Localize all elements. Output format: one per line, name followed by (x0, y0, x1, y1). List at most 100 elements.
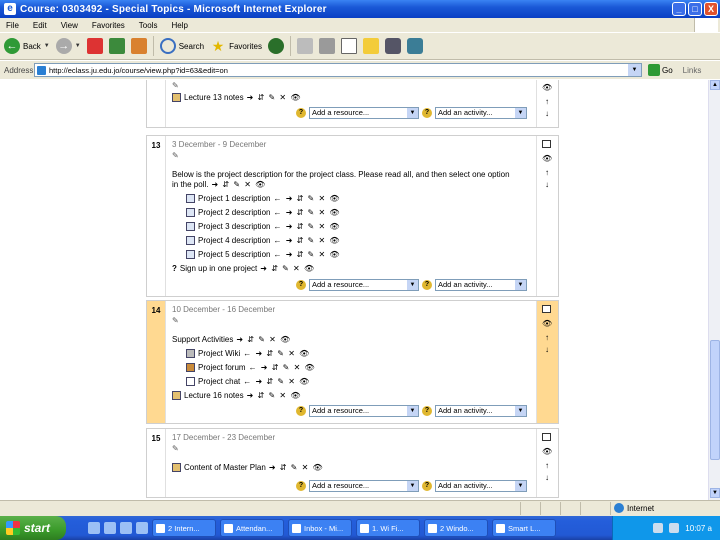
edit-icon[interactable]: ✎ (172, 316, 179, 325)
help-icon[interactable]: ? (296, 481, 306, 491)
tray-icon[interactable] (653, 523, 664, 533)
highlight-checkbox[interactable] (542, 305, 551, 313)
edit-controls[interactable]: ← ➜ ⇵ ✎ ✕ 👁 (249, 363, 316, 372)
quicklaunch-icon[interactable] (88, 522, 100, 534)
chevron-down-icon[interactable]: ▼ (75, 43, 81, 49)
media-icon[interactable] (267, 38, 284, 54)
scroll-up-icon[interactable]: ▲ (710, 80, 720, 90)
help-icon[interactable]: ? (422, 280, 432, 290)
move-down-icon[interactable]: ↓ (542, 109, 552, 118)
add-activity-select[interactable]: Add an activity... ▼ (435, 405, 527, 417)
stop-icon[interactable] (86, 38, 103, 54)
eye-icon[interactable]: 👁 (542, 447, 552, 456)
edit-controls[interactable]: ← ➜ ⇵ ✎ ✕ 👁 (243, 349, 310, 358)
activity-link[interactable]: Project chat (198, 377, 240, 386)
research-icon[interactable] (406, 38, 423, 54)
messenger-icon[interactable] (384, 38, 401, 54)
maximize-button[interactable]: □ (688, 2, 702, 16)
help-icon[interactable]: ? (296, 406, 306, 416)
edit-icon[interactable]: ✎ (172, 81, 179, 90)
edit-controls[interactable]: ➜ ⇵ ✎ ✕ 👁 (211, 180, 266, 189)
menu-help[interactable]: Help (171, 21, 187, 30)
eye-icon[interactable]: 👁 (542, 83, 552, 92)
edit-icon[interactable]: ✎ (172, 444, 179, 453)
menu-file[interactable]: File (6, 21, 19, 30)
highlight-checkbox[interactable] (542, 433, 551, 441)
add-resource-select[interactable]: Add a resource... ▼ (309, 405, 419, 417)
help-icon[interactable]: ? (296, 280, 306, 290)
edit-icon[interactable]: ✎ (172, 151, 179, 160)
taskbar-button[interactable]: Smart L... (492, 519, 556, 537)
quicklaunch-icon[interactable] (120, 522, 132, 534)
minimize-button[interactable]: _ (672, 2, 686, 16)
menu-favorites[interactable]: Favorites (92, 21, 125, 30)
taskbar-button[interactable]: Inbox - Mi... (288, 519, 352, 537)
edit-controls[interactable]: ← ➜ ⇵ ✎ ✕ 👁 (273, 194, 340, 203)
forward-button[interactable]: → ▼ (55, 38, 81, 54)
help-icon[interactable]: ? (296, 108, 306, 118)
edit-controls[interactable]: ← ➜ ⇵ ✎ ✕ 👁 (273, 222, 340, 231)
activity-link[interactable]: Project 5 description (198, 250, 270, 259)
taskbar-button[interactable]: Attendan... (220, 519, 284, 537)
move-up-icon[interactable]: ↑ (542, 461, 552, 470)
move-down-icon[interactable]: ↓ (542, 180, 552, 189)
menu-view[interactable]: View (61, 21, 78, 30)
tray-icon[interactable] (669, 523, 680, 533)
add-resource-select[interactable]: Add a resource... ▼ (309, 480, 419, 492)
edit-controls[interactable]: ➜ ⇵ ✎ ✕ 👁 (247, 391, 302, 400)
go-button[interactable]: Go (648, 64, 673, 76)
close-button[interactable]: X (704, 2, 718, 16)
quicklaunch-icon[interactable] (104, 522, 116, 534)
taskbar-button[interactable]: 2 Windo... (424, 519, 488, 537)
activity-link[interactable]: Project Wiki (198, 349, 240, 358)
taskbar-button[interactable]: 1. Wi Fi... (356, 519, 420, 537)
add-resource-select[interactable]: Add a resource... ▼ (309, 279, 419, 291)
edit-controls[interactable]: ➜ ⇵ ✎ ✕ 👁 (247, 93, 302, 102)
edit-controls[interactable]: ← ➜ ⇵ ✎ ✕ 👁 (273, 236, 340, 245)
add-activity-select[interactable]: Add an activity... ▼ (435, 107, 527, 119)
move-down-icon[interactable]: ↓ (542, 345, 552, 354)
menu-edit[interactable]: Edit (33, 21, 47, 30)
help-icon[interactable]: ? (422, 406, 432, 416)
activity-link[interactable]: Sign up in one project (180, 264, 257, 273)
edit-controls[interactable]: ← ➜ ⇵ ✎ ✕ 👁 (273, 208, 340, 217)
add-resource-select[interactable]: Add a resource... ▼ (309, 107, 419, 119)
menu-tools[interactable]: Tools (139, 21, 158, 30)
edit-controls[interactable]: ← ➜ ⇵ ✎ ✕ 👁 (273, 250, 340, 259)
edit-controls[interactable]: ➜ ⇵ ✎ ✕ 👁 (260, 264, 315, 273)
eye-icon[interactable]: 👁 (542, 319, 552, 328)
help-icon[interactable]: ? (422, 481, 432, 491)
folder-icon[interactable] (362, 38, 379, 54)
scroll-down-icon[interactable]: ▼ (710, 488, 720, 498)
chevron-down-icon[interactable]: ▼ (44, 43, 50, 49)
edit-word-icon[interactable] (340, 38, 357, 54)
vertical-scrollbar[interactable]: ▲ ▼ (708, 80, 720, 500)
back-button[interactable]: ← Back ▼ (4, 38, 50, 54)
address-input[interactable]: http://eclass.ju.edu.jo/course/view.php?… (34, 63, 642, 77)
move-up-icon[interactable]: ↑ (542, 97, 552, 106)
edit-controls[interactable]: ➜ ⇵ ✎ ✕ 👁 (236, 335, 291, 344)
eye-icon[interactable]: 👁 (542, 154, 552, 163)
activity-link[interactable]: Project forum (198, 363, 246, 372)
highlight-checkbox[interactable] (542, 140, 551, 148)
links-toolbar[interactable]: Links (683, 66, 702, 75)
activity-link[interactable]: Lecture 13 notes (184, 93, 244, 102)
refresh-icon[interactable] (108, 38, 125, 54)
activity-link[interactable]: Project 1 description (198, 194, 270, 203)
mail-icon[interactable] (296, 38, 313, 54)
help-icon[interactable]: ? (422, 108, 432, 118)
chevron-down-icon[interactable]: ▼ (628, 64, 641, 76)
edit-controls[interactable]: ➜ ⇵ ✎ ✕ 👁 (269, 463, 324, 472)
activity-link[interactable]: Lecture 16 notes (184, 391, 244, 400)
print-icon[interactable] (318, 38, 335, 54)
edit-controls[interactable]: ← ➜ ⇵ ✎ ✕ 👁 (243, 377, 310, 386)
favorites-button[interactable]: ★ Favorites (210, 38, 262, 54)
add-activity-select[interactable]: Add an activity... ▼ (435, 279, 527, 291)
search-button[interactable]: Search (159, 38, 204, 54)
quicklaunch-icon[interactable] (136, 522, 148, 534)
activity-link[interactable]: Project 3 description (198, 222, 270, 231)
activity-link[interactable]: Project 4 description (198, 236, 270, 245)
start-button[interactable]: start (0, 516, 66, 540)
activity-link[interactable]: Project 2 description (198, 208, 270, 217)
move-up-icon[interactable]: ↑ (542, 333, 552, 342)
